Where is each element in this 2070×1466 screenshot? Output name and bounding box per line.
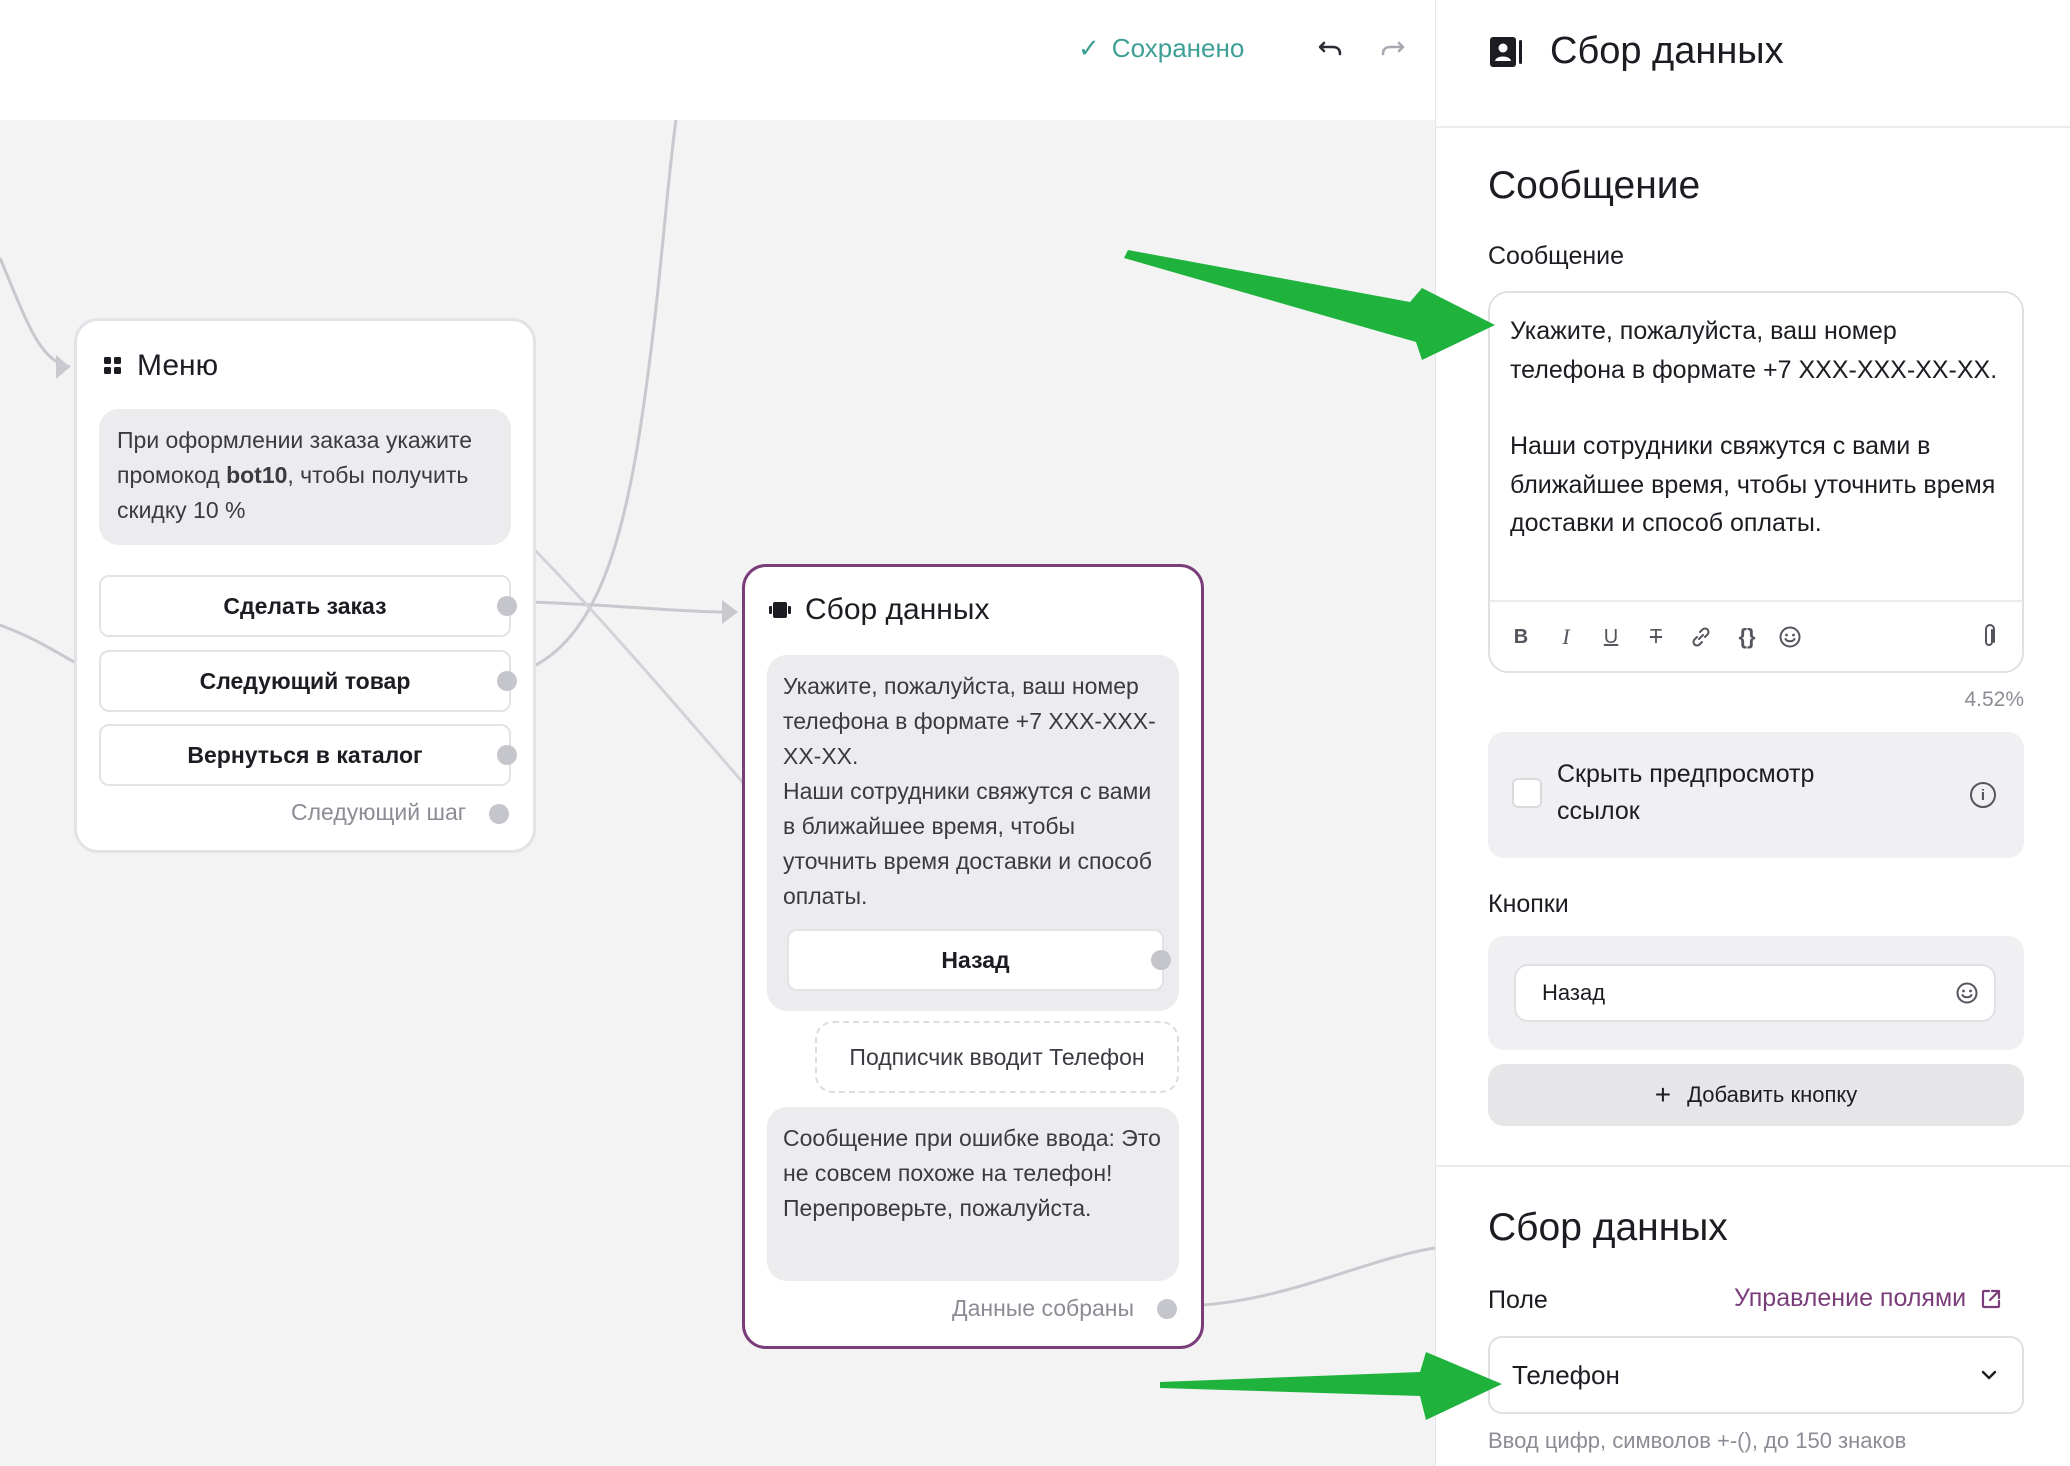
field-hint: Ввод цифр, символов +-(), до 150 знаков xyxy=(1488,1428,1907,1453)
strikethrough-button[interactable]: T xyxy=(1643,620,1669,654)
paperclip-icon xyxy=(1985,624,1995,646)
add-button-label: Добавить кнопку xyxy=(1687,1082,1858,1107)
message-paragraph-2: Наши сотрудники свяжутся с вами в ближай… xyxy=(1510,432,1996,537)
collect-node-title-label: Сбор данных xyxy=(805,593,990,626)
button-name-input[interactable]: Назад xyxy=(1514,964,1996,1022)
collect-button-back-label: Назад xyxy=(941,946,1010,973)
menu-button-next-product-label: Следующий товар xyxy=(199,667,411,694)
section-divider xyxy=(1435,1165,2070,1167)
data-collected-label: Данные собраны xyxy=(952,1295,1135,1321)
menu-button-next-product-port[interactable] xyxy=(497,671,517,691)
collect-message-line1: Укажите, пожалуйста, ваш номер телефона … xyxy=(783,673,1156,769)
field-select-value: Телефон xyxy=(1512,1359,1620,1390)
promo-code: bot10 xyxy=(226,462,288,488)
buttons-label: Кнопки xyxy=(1488,890,1569,918)
italic-button[interactable]: I xyxy=(1553,620,1579,654)
button-name-value: Назад xyxy=(1542,980,1606,1005)
info-icon[interactable]: i xyxy=(1970,782,1996,808)
strikethrough-icon: T xyxy=(1649,625,1663,648)
message-section-title: Сообщение xyxy=(1488,164,1701,207)
toolbar-divider xyxy=(1490,600,2022,602)
emoji-button[interactable] xyxy=(1777,620,1803,654)
collect-data-icon xyxy=(769,602,791,618)
collect-button-back[interactable]: Назад xyxy=(787,929,1164,991)
subscriber-input-hint-label: Подписчик вводит Телефон xyxy=(849,1043,1145,1070)
menu-node-title: Меню xyxy=(103,349,218,383)
button-emoji-icon[interactable] xyxy=(1955,981,1979,1005)
message-length-percent: 4.52% xyxy=(1964,688,2024,711)
menu-next-step-port[interactable] xyxy=(489,804,509,824)
collect-button-back-port[interactable] xyxy=(1151,950,1171,970)
chevron-down-icon xyxy=(1981,1370,1997,1380)
collect-data-panel-icon xyxy=(1490,37,1522,67)
field-select[interactable]: Телефон xyxy=(1488,1336,2024,1414)
menu-node[interactable]: Меню При оформлении заказа укажите промо… xyxy=(74,318,536,853)
menu-button-order[interactable]: Сделать заказ xyxy=(99,575,511,637)
link-button[interactable] xyxy=(1688,620,1714,654)
italic-icon: I xyxy=(1562,624,1570,649)
collect-data-node[interactable]: Сбор данных Укажите, пожалуйста, ваш ном… xyxy=(742,564,1204,1349)
underline-icon: U xyxy=(1603,625,1619,648)
data-collected-port[interactable] xyxy=(1157,1299,1177,1319)
bold-icon: B xyxy=(1513,625,1529,648)
menu-button-next-product[interactable]: Следующий товар xyxy=(99,650,511,712)
manage-fields-link[interactable]: Управление полями xyxy=(1734,1284,2002,1313)
link-icon xyxy=(1692,627,1710,647)
add-button-button[interactable]: + Добавить кнопку xyxy=(1488,1064,2024,1126)
message-textarea[interactable]: Укажите, пожалуйста, ваш номер телефона … xyxy=(1510,312,2010,543)
plus-icon: + xyxy=(1654,1079,1672,1110)
menu-button-order-port[interactable] xyxy=(497,596,517,616)
external-link-icon xyxy=(1981,1289,2001,1308)
menu-message-bubble: При оформлении заказа укажите промокод b… xyxy=(99,409,511,545)
bold-button[interactable]: B xyxy=(1508,620,1534,654)
error-message-text: Сообщение при ошибке ввода: Это не совсе… xyxy=(783,1125,1161,1221)
hide-preview-checkbox[interactable] xyxy=(1512,778,1542,808)
menu-button-catalog-port[interactable] xyxy=(497,745,517,765)
collect-node-title: Сбор данных xyxy=(769,593,989,627)
menu-next-step-label: Следующий шаг xyxy=(291,799,467,825)
braces-icon: {} xyxy=(1738,624,1756,649)
variables-button[interactable]: {} xyxy=(1730,620,1764,654)
annotation-arrow-message xyxy=(1124,250,1495,360)
panel-title: Сбор данных xyxy=(1550,30,1784,72)
error-message-bubble: Сообщение при ошибке ввода: Это не совсе… xyxy=(767,1107,1179,1281)
subscriber-input-hint: Подписчик вводит Телефон xyxy=(815,1021,1179,1093)
collect-message-line2: Наши сотрудники свяжутся с вами в ближай… xyxy=(783,778,1152,909)
annotation-arrow-field xyxy=(1160,1352,1502,1420)
menu-node-title-label: Меню xyxy=(137,349,219,382)
menu-button-catalog[interactable]: Вернуться в каталог xyxy=(99,724,511,786)
underline-button[interactable]: U xyxy=(1598,620,1624,654)
field-label: Поле xyxy=(1488,1286,1548,1314)
menu-grid-icon xyxy=(104,357,121,374)
hide-preview-label: Скрыть предпросмотр ссылок xyxy=(1557,760,1815,825)
message-paragraph-1: Укажите, пожалуйста, ваш номер телефона … xyxy=(1510,317,1998,384)
attach-button[interactable] xyxy=(1976,620,2002,654)
manage-fields-label: Управление полями xyxy=(1734,1284,1967,1312)
collect-section-title: Сбор данных xyxy=(1488,1206,1728,1249)
menu-button-catalog-label: Вернуться в каталог xyxy=(187,741,423,768)
menu-button-order-label: Сделать заказ xyxy=(223,592,387,619)
emoji-icon xyxy=(1779,626,1801,648)
